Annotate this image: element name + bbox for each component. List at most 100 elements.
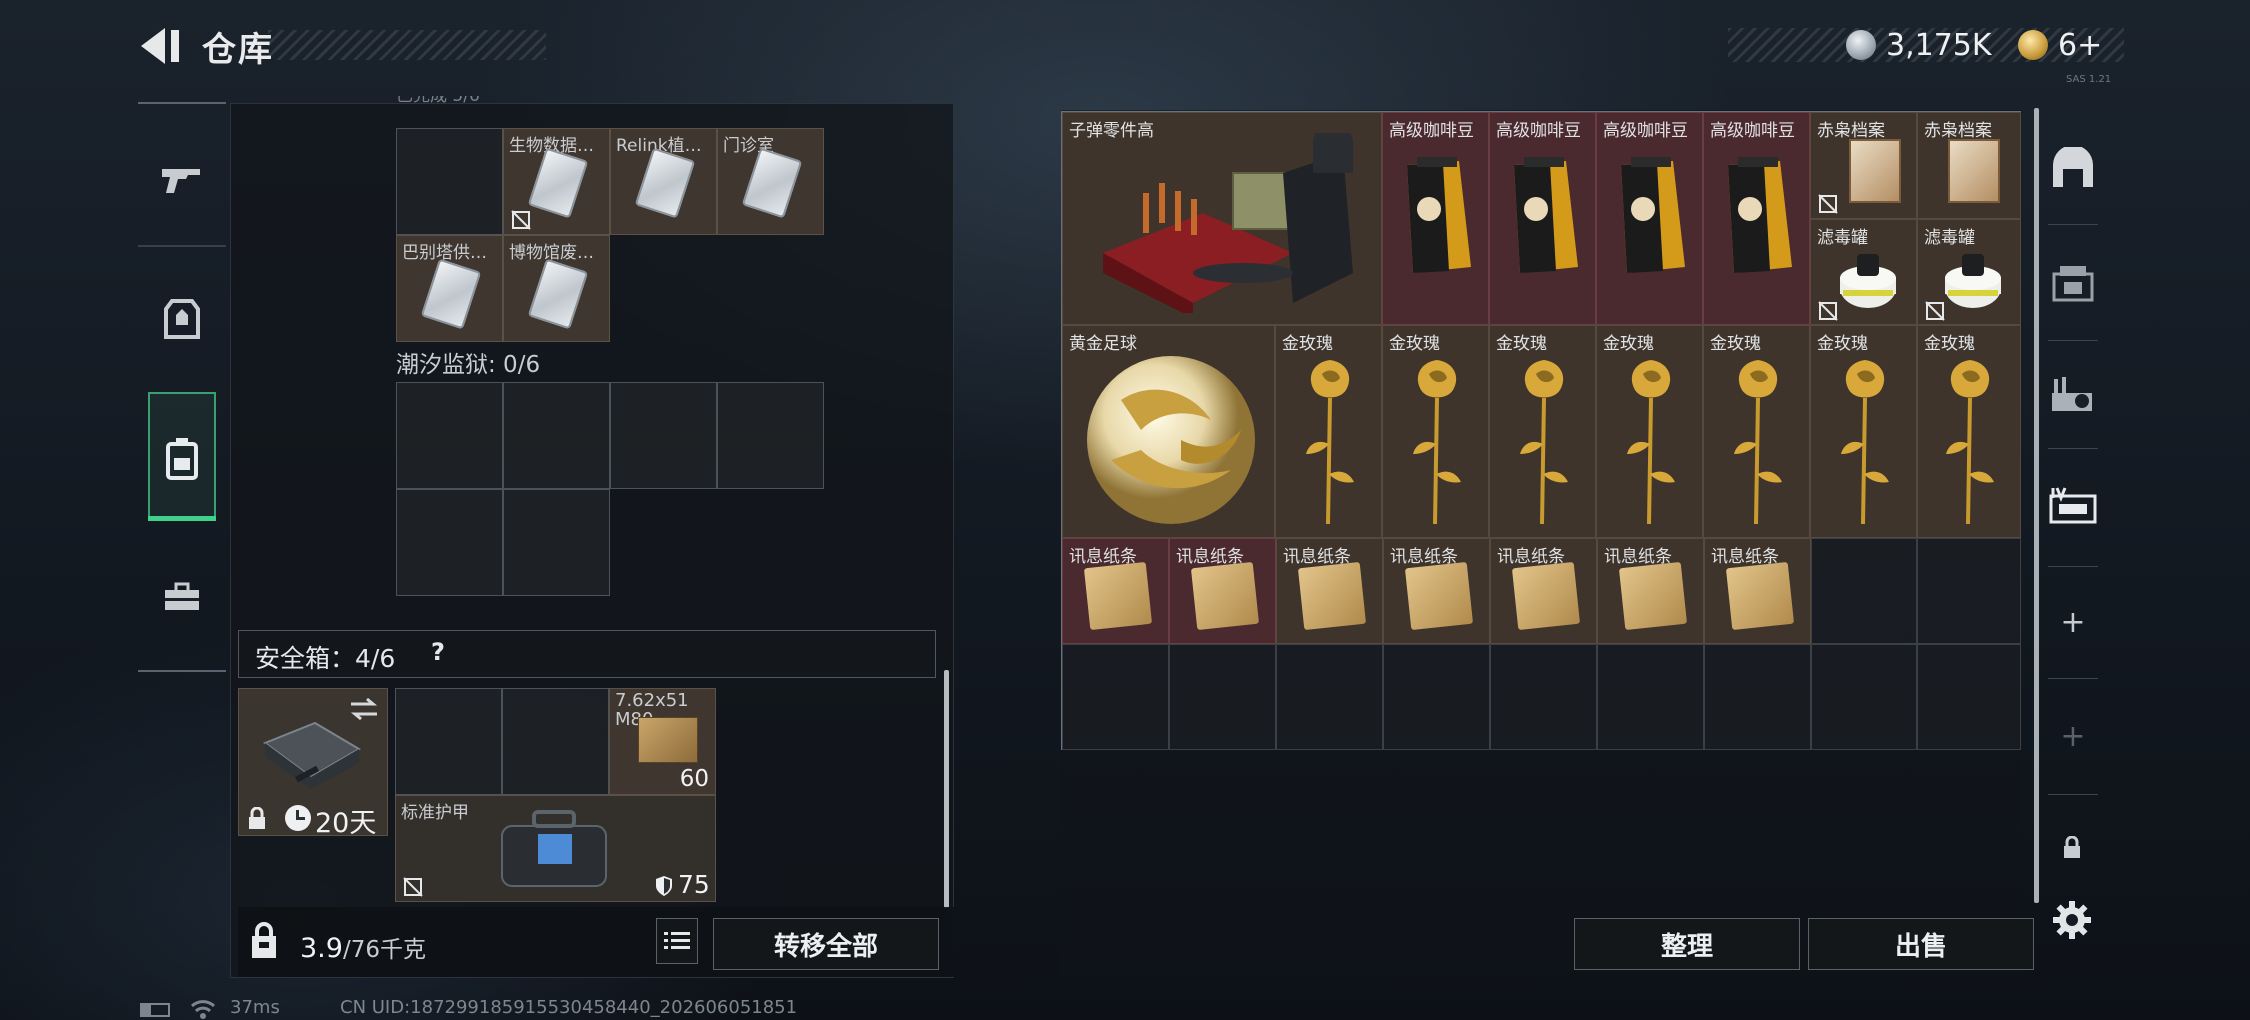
tide-prison-slot[interactable]: [503, 489, 610, 596]
nav-backpack[interactable]: [138, 393, 226, 523]
stash-item-gold-rose[interactable]: 金玫瑰: [1275, 325, 1382, 538]
stash-item-owl-archive[interactable]: 赤枭档案: [1917, 112, 2021, 219]
stash-item-message-note[interactable]: 讯息纸条: [1704, 538, 1811, 644]
tide-prison-slot[interactable]: [503, 382, 610, 489]
stash-item-bullet-parts[interactable]: 子弹零件高: [1062, 112, 1382, 325]
gold-currency-value[interactable]: 6+: [2058, 28, 2102, 63]
stash-item-gold-rose[interactable]: 金玫瑰: [1489, 325, 1596, 538]
stash-item-coffee[interactable]: 高级咖啡豆: [1596, 112, 1703, 325]
container-item[interactable]: 生物数据…: [503, 128, 610, 235]
gold-rose-icon: [1627, 360, 1675, 525]
nav-weapon[interactable]: [138, 115, 226, 245]
stash-item-gold-rose[interactable]: 金玫瑰: [1917, 325, 2021, 538]
nav-armor[interactable]: [138, 255, 226, 385]
stash-item-filter-canister[interactable]: 滤毒罐: [1810, 219, 1917, 325]
transfer-all-button[interactable]: 转移全部: [713, 918, 939, 970]
stash-empty-slot[interactable]: [1276, 644, 1383, 750]
coffee-bag-icon: [1728, 157, 1792, 273]
stash-tab-4-active[interactable]: [2045, 456, 2101, 556]
weight-lock-icon[interactable]: [249, 922, 279, 960]
backpack-icon: [166, 438, 198, 480]
list-view-button[interactable]: [656, 918, 698, 964]
silver-currency-value: 3,175K: [1886, 28, 1992, 63]
stash-tab-divider: [2048, 340, 2098, 341]
sell-button[interactable]: 出售: [1808, 918, 2034, 970]
stash-item-message-note[interactable]: 讯息纸条: [1383, 538, 1490, 644]
tide-prison-slot[interactable]: [396, 382, 503, 489]
stash-empty-slot[interactable]: [1062, 644, 1169, 750]
armor-item[interactable]: 标准护甲 75: [395, 795, 716, 902]
settings-gear-icon[interactable]: [2052, 900, 2092, 940]
stash-empty-slot[interactable]: [1490, 644, 1597, 750]
stash-empty-slot[interactable]: [1704, 644, 1811, 750]
paper-note-icon: [1190, 561, 1260, 631]
stash-empty-slot[interactable]: [1597, 644, 1704, 750]
stash-empty-slot[interactable]: [1169, 644, 1276, 750]
container-item[interactable]: 门诊室: [717, 128, 824, 235]
lock-icon: [249, 807, 265, 829]
stash-item-message-note[interactable]: 讯息纸条: [1597, 538, 1704, 644]
stash-empty-slot[interactable]: [1917, 644, 2021, 750]
stash-empty-slot[interactable]: [1811, 644, 1917, 750]
uid-readout: CN UID:1872991859155304584​40_2026060518…: [340, 997, 798, 1018]
container-item[interactable]: 巴别塔供…: [396, 235, 503, 342]
armor-bag-icon: [501, 810, 607, 887]
safe-case-icon: [262, 721, 361, 789]
stash-item-owl-archive[interactable]: 赤枭档案: [1810, 112, 1917, 219]
tide-prison-slot[interactable]: [717, 382, 824, 489]
container-cut-title: 已完成 5/6: [396, 96, 480, 106]
container-item[interactable]: 博物馆废…: [503, 235, 610, 342]
nav-toolbox[interactable]: [138, 532, 226, 662]
stash-tab-3[interactable]: [2045, 345, 2101, 445]
stash-tab-divider: [2048, 794, 2098, 795]
stash-item-message-note[interactable]: 讯息纸条: [1169, 538, 1276, 644]
safe-box-slot[interactable]: [395, 688, 502, 795]
stash-item-coffee[interactable]: 高级咖啡豆: [1382, 112, 1489, 325]
stash-item-message-note[interactable]: 讯息纸条: [1276, 538, 1383, 644]
tide-prison-slot[interactable]: [396, 489, 503, 596]
ammo-item[interactable]: 7.62x51 M80 60: [609, 688, 716, 795]
no-transfer-icon: [511, 210, 531, 230]
container-item[interactable]: Relink植…: [610, 128, 717, 235]
stash-empty-slot[interactable]: [1383, 644, 1490, 750]
workbench-icon: [2052, 377, 2092, 411]
safe-case-timer: 20天: [315, 808, 377, 839]
stash-tab-divider: [2048, 224, 2098, 225]
stash-item-gold-football[interactable]: 黄金足球: [1062, 325, 1275, 538]
stash-empty-slot[interactable]: [1917, 538, 2021, 644]
garage-icon: [2053, 147, 2093, 187]
gold-rose-icon: [1841, 360, 1889, 525]
back-arrow-icon[interactable]: [135, 24, 185, 68]
paper-note-icon: [1404, 561, 1474, 631]
stash-item-coffee[interactable]: 高级咖啡豆: [1489, 112, 1596, 325]
container-slot-empty[interactable]: [396, 128, 503, 235]
inventory-scrollbar[interactable]: [944, 670, 949, 908]
archive-icon: [1948, 139, 2000, 203]
stash-item-gold-rose[interactable]: 金玫瑰: [1596, 325, 1703, 538]
add-stash-tab-disabled: +: [2060, 718, 2086, 754]
stash-item-coffee[interactable]: 高级咖啡豆: [1703, 112, 1810, 325]
stash-item-gold-rose[interactable]: 金玫瑰: [1382, 325, 1489, 538]
stash-item-message-note[interactable]: 讯息纸条: [1062, 538, 1169, 644]
stash-item-filter-canister[interactable]: 滤毒罐: [1917, 219, 2021, 325]
organize-button[interactable]: 整理: [1574, 918, 1800, 970]
stash-tab-2[interactable]: [2045, 232, 2101, 332]
stash-scrollbar[interactable]: [2034, 108, 2039, 903]
weapon-icon: [162, 169, 200, 193]
safe-box-slot[interactable]: [502, 688, 609, 795]
stash-tab-home[interactable]: [2045, 118, 2101, 218]
tide-prison-slot[interactable]: [610, 382, 717, 489]
stash-item-gold-rose[interactable]: 金玫瑰: [1810, 325, 1917, 538]
add-stash-tab-button[interactable]: +: [2045, 572, 2101, 672]
help-icon[interactable]: ?: [431, 638, 445, 666]
no-transfer-icon: [1818, 194, 1838, 214]
nav-top-line: [138, 102, 226, 104]
safe-case-item[interactable]: 20天: [238, 688, 388, 839]
gold-rose-icon: [1306, 360, 1354, 525]
stash-item-message-note[interactable]: 讯息纸条: [1490, 538, 1597, 644]
stash-item-gold-rose[interactable]: 金玫瑰: [1703, 325, 1810, 538]
swap-icon[interactable]: [349, 697, 379, 721]
stash-empty-slot[interactable]: [1811, 538, 1917, 644]
no-transfer-icon: [1818, 301, 1838, 321]
ammo-box-icon: [638, 717, 698, 763]
